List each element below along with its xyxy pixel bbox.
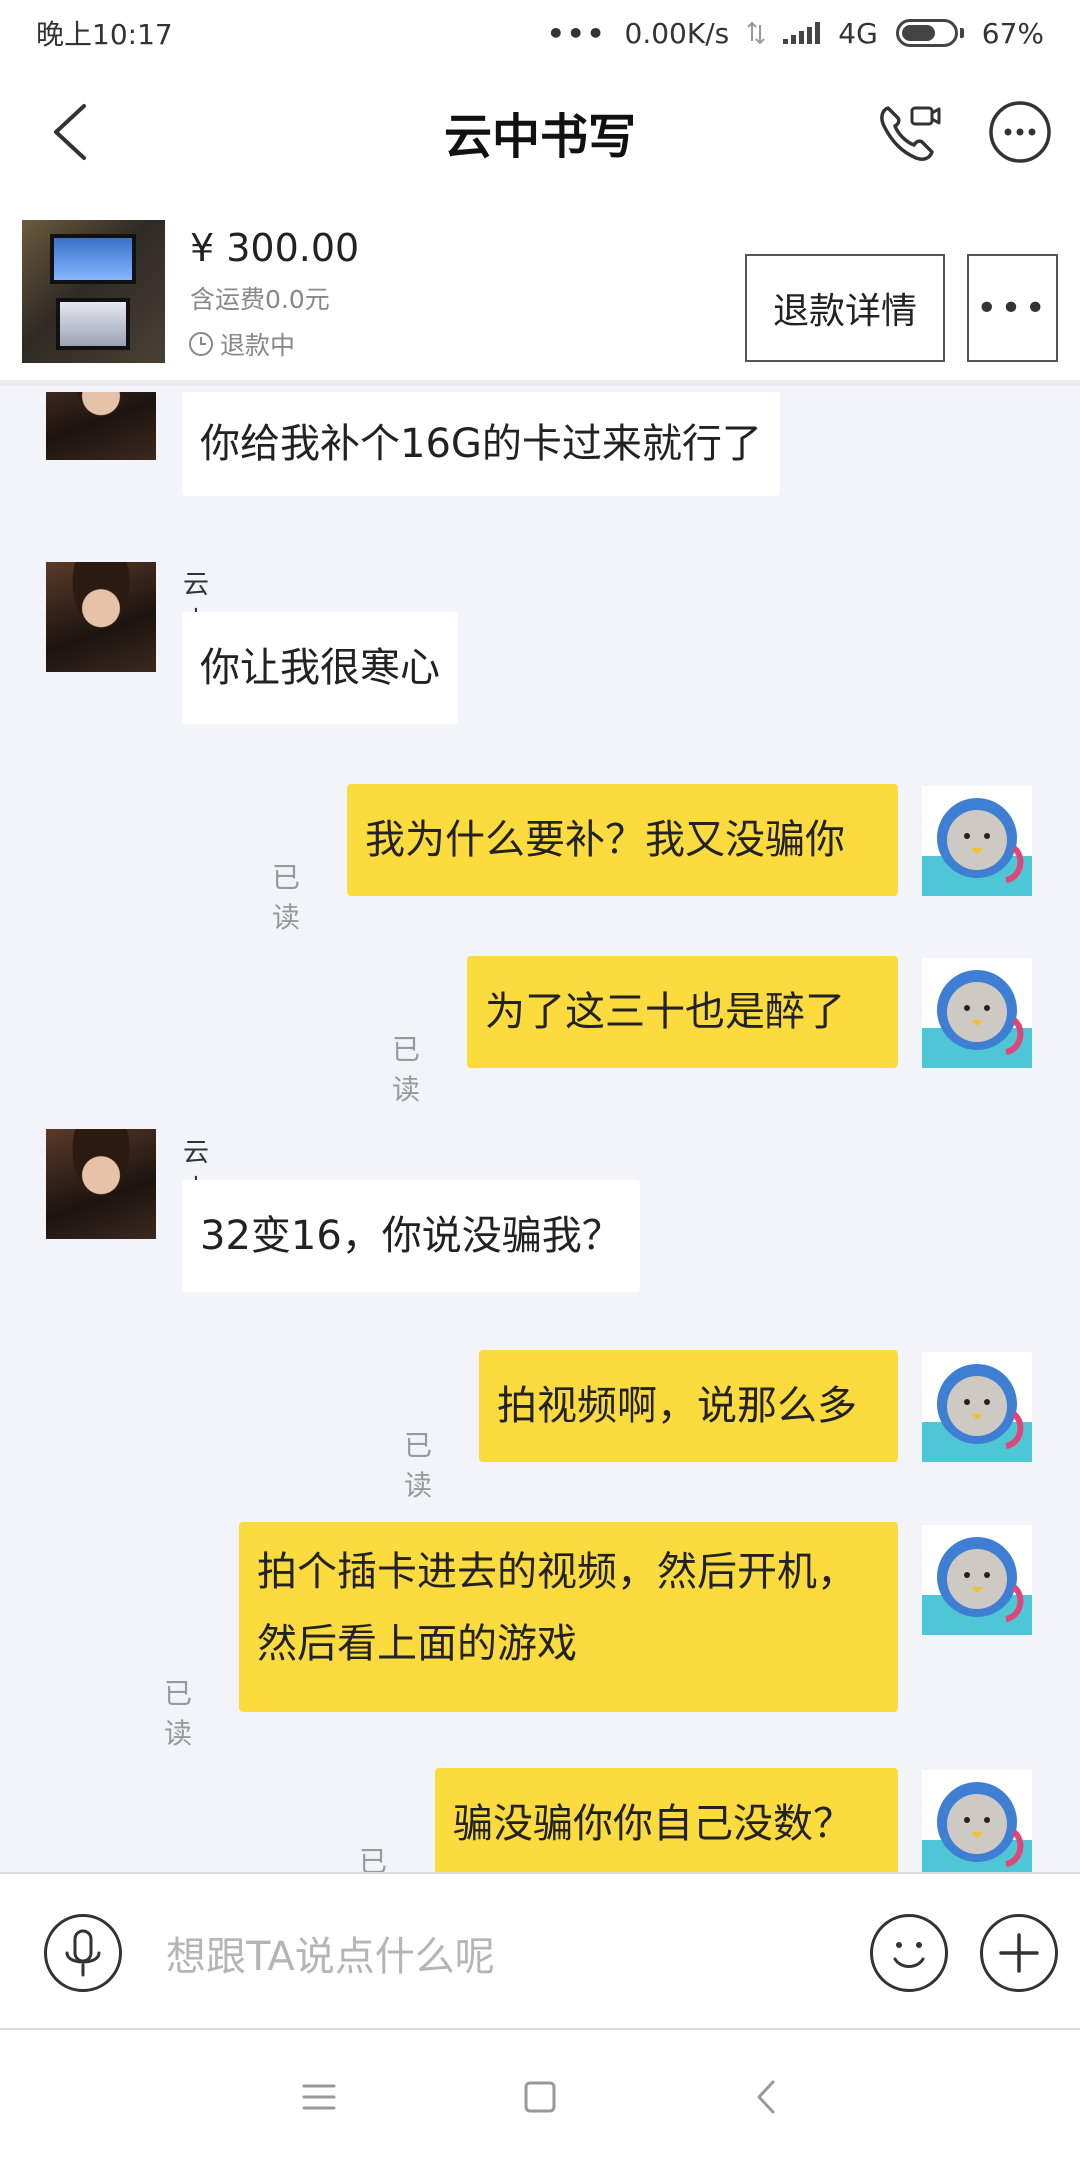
read-receipt: 已读 — [392, 1033, 421, 1106]
back-icon[interactable] — [44, 100, 104, 164]
contact-avatar[interactable] — [46, 562, 156, 672]
shipping-fee: 含运费0.0元 — [190, 285, 330, 314]
cat-avatar-icon — [922, 1782, 1032, 1872]
battery-icon — [895, 19, 964, 47]
user-avatar[interactable] — [922, 1525, 1032, 1635]
cat-avatar-icon — [922, 1537, 1032, 1635]
contact-avatar[interactable] — [46, 1129, 156, 1239]
message-bubble[interactable]: 你给我补个16G的卡过来就行了 — [182, 392, 780, 496]
input-bar: 想跟TA说点什么呢 — [0, 1872, 1080, 2028]
data-transfer-icon — [747, 21, 765, 45]
cat-avatar-icon — [922, 970, 1032, 1068]
signal-icon — [783, 22, 821, 44]
emoji-icon — [893, 1942, 925, 1968]
user-avatar[interactable] — [922, 958, 1032, 1068]
plus-button[interactable] — [980, 1914, 1058, 1992]
order-price: ¥ 300.00 — [190, 226, 360, 270]
product-thumbnail[interactable] — [22, 220, 165, 363]
refund-status: 退款中 — [188, 326, 295, 362]
order-more-button[interactable]: ••• — [967, 254, 1058, 362]
user-avatar[interactable] — [922, 1770, 1032, 1872]
cat-avatar-icon — [922, 1364, 1032, 1462]
cat-avatar-icon — [922, 798, 1032, 896]
message-bubble[interactable]: 骗没骗你你自己没数？ — [435, 1768, 898, 1872]
read-receipt: 已读 — [359, 1845, 388, 1872]
emoji-button[interactable] — [870, 1914, 948, 1992]
back-nav-icon[interactable] — [743, 2072, 793, 2122]
message-bubble[interactable]: 拍个插卡进去的视频，然后开机，然后看上面的游戏 — [239, 1522, 898, 1712]
message-input[interactable]: 想跟TA说点什么呢 — [166, 1914, 846, 1992]
read-receipt: 已读 — [164, 1677, 193, 1750]
video-call-icon[interactable] — [872, 98, 942, 168]
status-bar: 晚上10:17 ••• 0.00K/s 4G 67% — [0, 0, 1080, 66]
notification-dots-icon: ••• — [546, 16, 607, 50]
page-title: 云中书写 — [443, 109, 636, 165]
read-receipt: 已读 — [272, 861, 301, 934]
status-time: 晚上10:17 — [36, 18, 173, 51]
contact-avatar[interactable] — [46, 392, 156, 460]
read-receipt: 已读 — [404, 1429, 433, 1502]
refund-status-label: 退款中 — [220, 331, 296, 360]
network-speed: 0.00K/s — [624, 16, 730, 50]
order-card[interactable]: ¥ 300.00 含运费0.0元 退款中 退款详情 ••• — [0, 198, 1080, 386]
system-nav-bar — [0, 2028, 1080, 2160]
more-icon[interactable] — [988, 100, 1052, 164]
voice-button[interactable] — [44, 1914, 122, 1992]
home-icon[interactable] — [515, 2072, 565, 2122]
message-bubble[interactable]: 为了这三十也是醉了 — [467, 956, 898, 1068]
title-bar: 云中书写 — [0, 66, 1080, 198]
user-avatar[interactable] — [922, 786, 1032, 896]
menu-icon[interactable] — [294, 2072, 344, 2122]
chat-area[interactable]: 你给我补个16G的卡过来就行了 云中书写 你让我很寒心 已读 我为什么要补？我又… — [0, 392, 1080, 1872]
message-bubble[interactable]: 我为什么要补？我又没骗你 — [347, 784, 898, 896]
message-bubble[interactable]: 32变16，你说没骗我？ — [182, 1180, 640, 1292]
plus-icon — [999, 1933, 1039, 1973]
message-bubble[interactable]: 你让我很寒心 — [182, 612, 458, 724]
clock-icon — [189, 332, 213, 356]
message-bubble[interactable]: 拍视频啊，说那么多 — [479, 1350, 898, 1462]
microphone-icon — [65, 1929, 101, 1977]
network-type: 4G — [838, 16, 878, 50]
refund-detail-button[interactable]: 退款详情 — [745, 254, 945, 362]
status-right: ••• 0.00K/s 4G 67% — [547, 17, 1044, 50]
battery-percent: 67% — [981, 16, 1044, 50]
user-avatar[interactable] — [922, 1352, 1032, 1462]
